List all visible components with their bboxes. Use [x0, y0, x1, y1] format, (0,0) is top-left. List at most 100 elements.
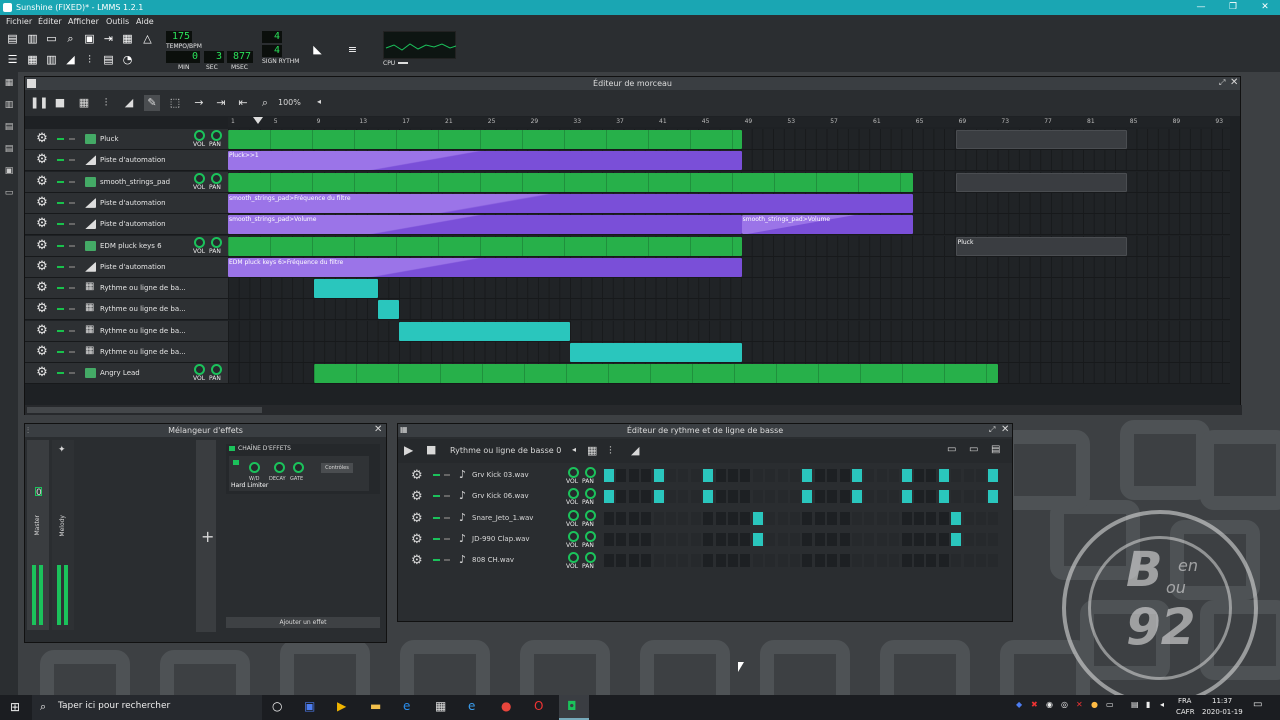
tray-icon-4[interactable]: ◎ — [1061, 700, 1068, 709]
auto-scroll-icon[interactable]: → — [191, 95, 207, 111]
mute-led[interactable] — [433, 537, 440, 540]
open-folder-icon[interactable]: ▭ — [44, 31, 59, 46]
zoom-level[interactable]: 100% — [278, 98, 301, 107]
step-button[interactable] — [926, 490, 937, 504]
step-button[interactable] — [666, 490, 676, 504]
track-name[interactable]: smooth_strings_pad — [100, 172, 185, 192]
step-button[interactable] — [876, 469, 887, 482]
piano-roll-icon[interactable]: ▥ — [44, 52, 59, 67]
play-button[interactable]: ▶ — [404, 443, 413, 457]
solo-led[interactable] — [69, 180, 75, 183]
maximize-button[interactable]: ❐ — [1218, 0, 1248, 15]
step-button[interactable] — [641, 554, 652, 568]
step-button[interactable] — [703, 469, 714, 482]
effect-slot[interactable]: W/D DECAY GATE Contrôles Hard Limiter — [229, 456, 369, 491]
track-timeline[interactable] — [228, 320, 1230, 341]
step-button[interactable] — [777, 490, 788, 504]
new-file-icon[interactable]: ▤ — [5, 31, 20, 46]
step-button[interactable] — [827, 490, 838, 504]
wet-dry-knob[interactable] — [249, 462, 260, 473]
step-button[interactable] — [976, 532, 986, 546]
solo-led[interactable] — [444, 474, 450, 476]
sample-name[interactable]: Grv Kick 03.wav — [472, 471, 529, 479]
export-icon[interactable]: ⇥ — [101, 31, 116, 46]
track-timeline[interactable]: EDM pluck keys 6>Fréquence du filtre — [228, 256, 1230, 277]
panning-knob[interactable] — [211, 130, 222, 141]
step-button[interactable] — [963, 490, 974, 504]
step-button[interactable] — [715, 490, 726, 504]
menu-aide[interactable]: Aide — [136, 15, 154, 28]
mute-led[interactable] — [57, 329, 64, 332]
scrollbar-thumb[interactable] — [27, 407, 262, 413]
mute-led[interactable] — [433, 495, 440, 498]
gear-icon[interactable]: ⚙ — [35, 132, 49, 146]
solo-led[interactable] — [444, 559, 450, 562]
step-button[interactable] — [938, 511, 949, 525]
step-button[interactable] — [926, 532, 937, 546]
step-button[interactable] — [802, 511, 813, 525]
step-button[interactable] — [604, 511, 614, 525]
master-channel-strip[interactable]: 0 Master — [27, 440, 49, 630]
solo-led[interactable] — [69, 265, 75, 268]
pattern-clip[interactable] — [313, 364, 999, 384]
solo-led[interactable] — [69, 351, 75, 353]
step-button[interactable] — [852, 490, 862, 504]
step-button[interactable] — [951, 511, 962, 525]
gear-icon[interactable]: ⚙ — [35, 153, 49, 167]
panning-knob[interactable] — [585, 530, 596, 542]
gear-icon[interactable]: ⚙ — [411, 511, 423, 526]
beat-pattern-clip[interactable] — [399, 321, 571, 341]
stop-button[interactable]: ■ — [52, 95, 68, 111]
step-button[interactable] — [839, 554, 850, 568]
pattern-clip[interactable] — [955, 130, 1127, 149]
gear-icon[interactable]: ⚙ — [35, 238, 49, 253]
step-button[interactable] — [616, 490, 627, 504]
beat-pattern-clip[interactable] — [570, 343, 742, 362]
panning-knob[interactable] — [211, 236, 222, 248]
gear-icon[interactable]: ⚙ — [411, 532, 423, 547]
step-button[interactable] — [889, 554, 900, 568]
gear-icon[interactable]: ⚙ — [35, 259, 49, 274]
chrome-icon[interactable]: ● — [501, 699, 511, 713]
step-button[interactable] — [901, 490, 912, 504]
step-button[interactable] — [852, 469, 862, 482]
track-name[interactable]: Rythme ou ligne de ba... — [100, 342, 185, 362]
close-icon[interactable]: ✕ — [374, 424, 382, 435]
panning-knob[interactable] — [585, 552, 596, 564]
volume-knob[interactable] — [194, 236, 205, 248]
automation-clip[interactable]: smooth_strings_pad>Volume — [228, 215, 742, 235]
step-button[interactable] — [715, 511, 726, 525]
step-button[interactable] — [777, 532, 788, 546]
opera-icon[interactable]: O — [534, 699, 543, 713]
home-icon[interactable]: ▣ — [4, 166, 14, 176]
track-name[interactable]: Rythme ou ligne de ba... — [100, 278, 185, 298]
step-button[interactable] — [690, 532, 701, 546]
track-timeline[interactable]: smooth_strings_pad>Volume smooth_strings_… — [228, 214, 1230, 235]
step-button[interactable] — [802, 490, 813, 504]
locale-indicator[interactable]: CAFR — [1176, 708, 1195, 716]
step-button[interactable] — [938, 554, 949, 568]
mute-led[interactable] — [57, 223, 64, 226]
step-button[interactable] — [864, 554, 875, 568]
pattern-selector[interactable]: Rythme ou ligne de basse 0 — [450, 446, 561, 455]
gear-icon[interactable]: ⚙ — [35, 345, 49, 359]
time-sig-denominator[interactable]: 4 — [262, 45, 282, 57]
instrument-plugins-icon[interactable]: ▦ — [4, 78, 14, 88]
add-sample-track-icon[interactable]: ⫶ — [98, 95, 114, 111]
automation-clip[interactable]: smooth_strings_pad>Fréquence du filtre — [228, 193, 913, 213]
step-button[interactable] — [951, 554, 962, 568]
step-button[interactable] — [740, 532, 751, 546]
step-button[interactable] — [926, 469, 937, 482]
add-steps-icon[interactable]: ▭ — [969, 444, 978, 455]
step-button[interactable] — [752, 511, 763, 525]
mute-led[interactable] — [57, 201, 64, 204]
step-button[interactable] — [703, 532, 714, 546]
maximize-icon[interactable]: ⤢ — [989, 425, 995, 435]
panning-knob[interactable] — [585, 467, 596, 478]
mute-led[interactable] — [57, 138, 64, 140]
volume-knob[interactable] — [568, 488, 579, 500]
step-button[interactable] — [752, 532, 763, 546]
sample-name[interactable]: 808 CH.wav — [472, 556, 514, 564]
send-arrow-icon[interactable]: ✦ — [58, 445, 66, 455]
gear-icon[interactable]: ⚙ — [411, 553, 423, 568]
